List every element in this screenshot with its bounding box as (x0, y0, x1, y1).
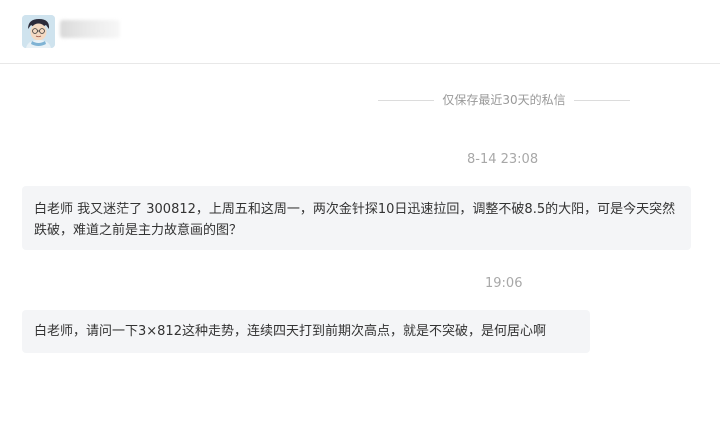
retention-notice-text: 仅保存最近30天的私信 (442, 93, 566, 107)
divider-left (378, 99, 435, 101)
private-message-window: 仅保存最近30天的私信 8-14 23:08 白老师 我又迷茫了 300812，… (0, 0, 720, 431)
message-timestamp: 8-14 23:08 (467, 152, 539, 167)
cartoon-avatar-icon (22, 15, 55, 48)
username-redacted (60, 20, 120, 38)
message-timestamp: 19:06 (485, 276, 523, 291)
user-avatar[interactable] (22, 15, 55, 48)
retention-notice: 仅保存最近30天的私信 (378, 92, 630, 108)
message-bubble: 白老师 我又迷茫了 300812，上周五和这周一，两次金针探10日迅速拉回，调整… (22, 186, 691, 250)
divider-right (573, 99, 630, 101)
chat-header (0, 0, 720, 64)
message-bubble: 白老师，请问一下3×812这种走势，连续四天打到前期次高点，就是不突破，是何居心… (22, 310, 590, 353)
